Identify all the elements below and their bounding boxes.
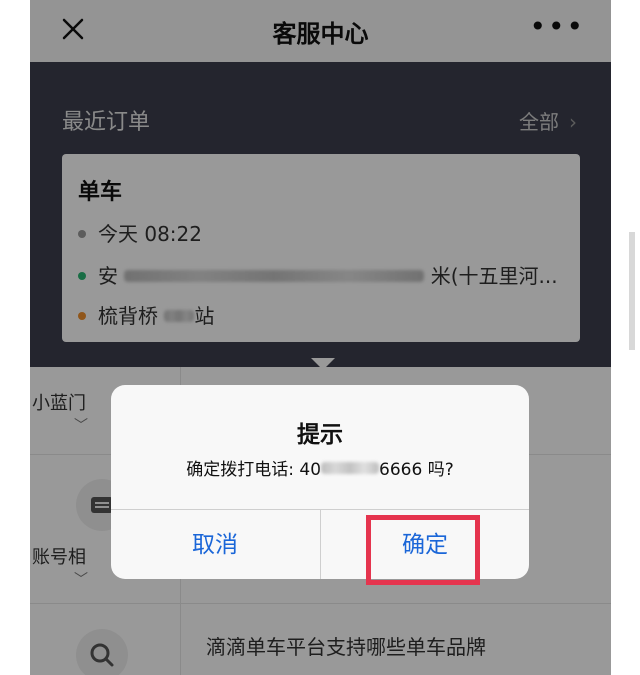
confirm-button[interactable]: 确定	[321, 510, 529, 579]
call-confirm-dialog: 提示 确定拨打电话: 40 6666 吗? 取消 确定	[111, 385, 529, 579]
edge-scroll-indicator	[629, 232, 635, 350]
dialog-title: 提示	[297, 422, 343, 448]
phone-screen: 客服中心 ••• 最近订单 全部 › 单车 今天 08:22 安 米(十五里河..…	[30, 0, 611, 675]
dialog-message-suffix: 6666 吗?	[379, 460, 454, 480]
cancel-button[interactable]: 取消	[111, 510, 319, 579]
dialog-message-prefix: 确定拨打电话: 40	[186, 460, 322, 480]
dialog-button-bar: 取消 确定	[111, 509, 529, 579]
dialog-message: 确定拨打电话: 40 6666 吗?	[111, 455, 529, 480]
redacted-phone	[321, 462, 380, 474]
